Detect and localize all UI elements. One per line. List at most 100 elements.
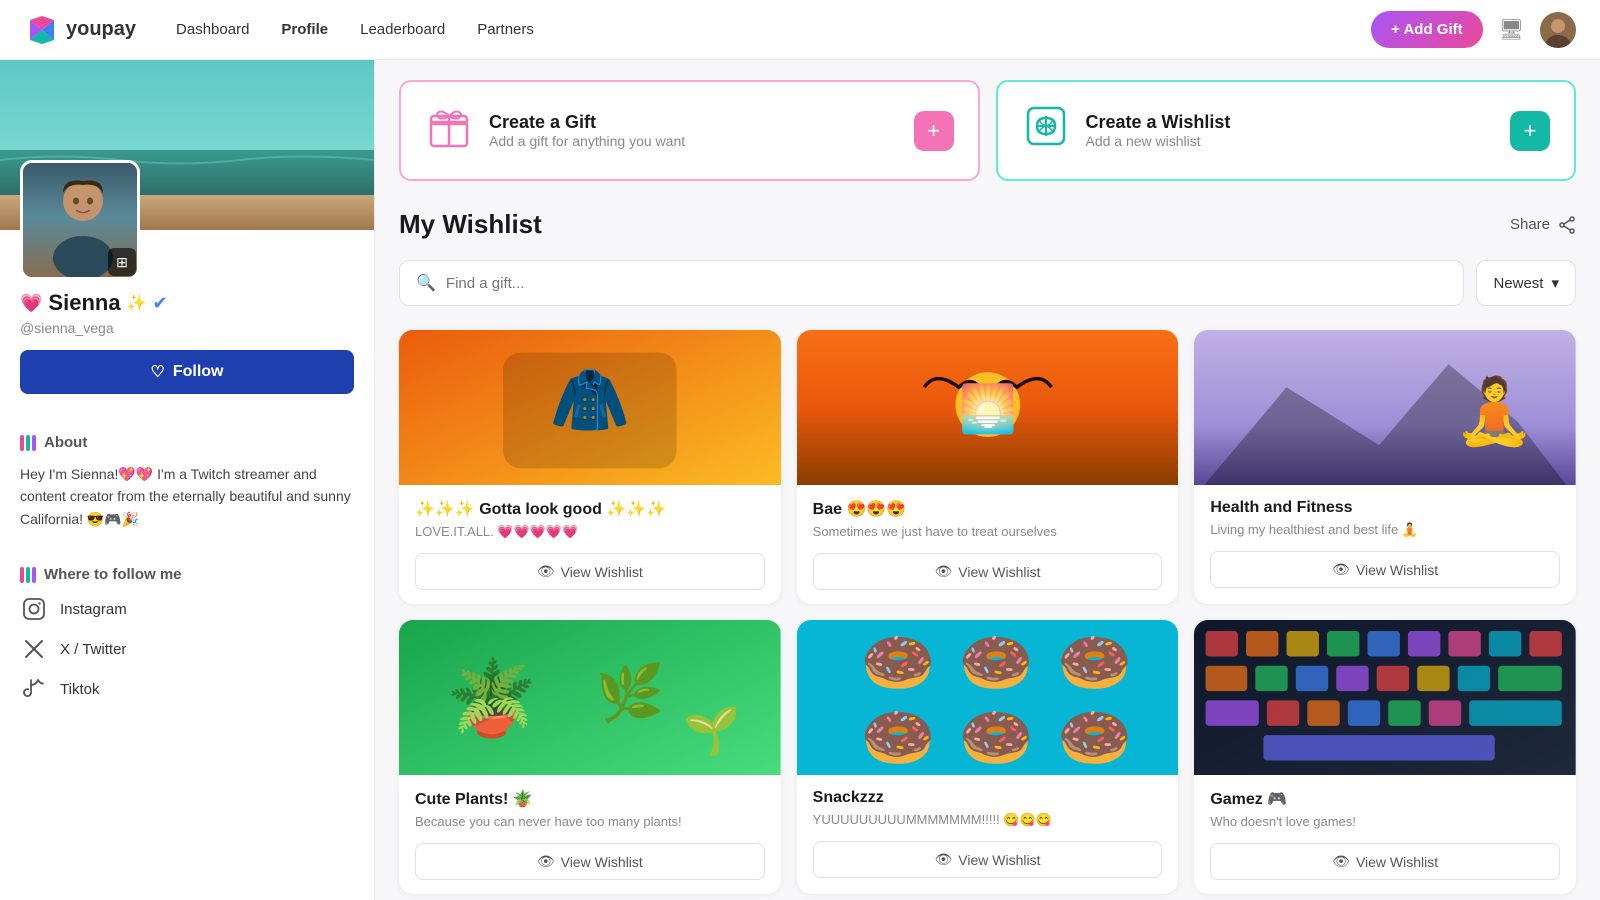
card-desc-3: Because you can never have too many plan… (415, 813, 765, 831)
share-icon (1558, 216, 1576, 234)
heart-emoji: 💗 (20, 293, 42, 314)
avatar-image (1540, 12, 1576, 48)
user-name: Sienna (48, 290, 120, 316)
card-image-1: 🌅 (797, 330, 1179, 485)
social-instagram[interactable]: Instagram (20, 595, 354, 623)
nav-profile[interactable]: Profile (281, 21, 328, 38)
create-gift-left: Create a Gift Add a gift for anything yo… (425, 102, 685, 159)
view-wishlist-btn-1[interactable]: 👁 View Wishlist (813, 553, 1163, 590)
wishlist-header: My Wishlist Share (399, 209, 1576, 240)
bar-social-purple (32, 567, 36, 583)
view-wishlist-btn-4[interactable]: 👁 View Wishlist (813, 841, 1163, 878)
nav-right: + Add Gift 🖥 (1371, 11, 1576, 48)
twitter-label: X / Twitter (60, 641, 126, 658)
wishlist-title: My Wishlist (399, 209, 542, 240)
eye-icon-0: 👁 (537, 563, 555, 580)
view-wishlist-btn-5[interactable]: 👁 View Wishlist (1210, 843, 1560, 880)
eye-icon-2: 👁 (1332, 561, 1350, 578)
create-gift-plus[interactable]: + (914, 111, 954, 151)
bar-social-pink (20, 567, 24, 583)
twitter-icon (20, 635, 48, 663)
create-gift-card[interactable]: Create a Gift Add a gift for anything yo… (399, 80, 980, 181)
action-cards: Create a Gift Add a gift for anything yo… (399, 80, 1576, 181)
card-desc-4: YUUUUUUUUUMMMMMMM!!!!! 😋😋😋 (813, 811, 1163, 829)
wishlist-grid: 🧥 ✨✨✨ Gotta look good ✨✨✨ LOVE.IT.ALL. 💗… (399, 330, 1576, 894)
svg-text:🍩: 🍩 (860, 629, 935, 696)
instagram-label: Instagram (60, 601, 127, 618)
main-content: Create a Gift Add a gift for anything yo… (375, 60, 1600, 900)
avatar-wrapper: ⊞ (20, 160, 140, 280)
svg-text:🍩: 🍩 (959, 704, 1034, 771)
svg-text:🌅: 🌅 (959, 382, 1017, 435)
card-body-2: Health and Fitness Living my healthiest … (1194, 485, 1576, 602)
svg-text:🧘: 🧘 (1455, 375, 1536, 449)
svg-text:🍩: 🍩 (1057, 629, 1132, 696)
follow-label: Follow (173, 363, 224, 381)
eye-icon-3: 👁 (537, 853, 555, 870)
list-item: 🍩 🍩 🍩 🍩 🍩 🍩 Snackzzz YUUUUUUUUUMMMMMMM!!… (797, 620, 1179, 894)
card-desc-0: LOVE.IT.ALL. 💗💗💗💗💗 (415, 523, 765, 541)
search-icon: 🔍 (416, 273, 436, 293)
main-layout: ⊞ 💗 Sienna ✨ ✔ @sienna_vega ♡ Follow (0, 0, 1600, 900)
sidebar-cover: ⊞ (0, 60, 374, 230)
sort-label: Newest (1493, 275, 1543, 292)
logo[interactable]: youpay (24, 12, 136, 48)
svg-text:🍩: 🍩 (860, 704, 935, 771)
view-wishlist-btn-2[interactable]: 👁 View Wishlist (1210, 551, 1560, 588)
instagram-icon (20, 595, 48, 623)
monitor-icon[interactable]: 🖥 (1499, 17, 1524, 42)
card-image-3: 🪴 🌿 🌱 (399, 620, 781, 775)
card-name-5: Gamez 🎮 (1210, 789, 1560, 809)
bar-purple (32, 435, 36, 451)
eye-icon-5: 👁 (1332, 853, 1350, 870)
card-image-0: 🧥 (399, 330, 781, 485)
card-desc-5: Who doesn't love games! (1210, 813, 1560, 831)
bar-teal (26, 435, 30, 451)
about-text: Hey I'm Sienna!💖💖 I'm a Twitch streamer … (20, 463, 354, 530)
sidebar: ⊞ 💗 Sienna ✨ ✔ @sienna_vega ♡ Follow (0, 60, 375, 900)
card-desc-2: Living my healthiest and best life 🧘 (1210, 521, 1560, 539)
nav-links: Dashboard Profile Leaderboard Partners (176, 21, 534, 38)
nav-dashboard[interactable]: Dashboard (176, 21, 249, 38)
svg-text:🌱: 🌱 (682, 705, 740, 758)
follow-button[interactable]: ♡ Follow (20, 350, 354, 394)
bar-pink (20, 435, 24, 451)
nav-partners[interactable]: Partners (477, 21, 534, 38)
create-wishlist-left: Create a Wishlist Add a new wishlist (1022, 102, 1231, 159)
user-name-row: 💗 Sienna ✨ ✔ (20, 290, 354, 316)
create-wishlist-card[interactable]: Create a Wishlist Add a new wishlist + (996, 80, 1577, 181)
share-button[interactable]: Share (1510, 216, 1576, 234)
create-wishlist-title: Create a Wishlist (1086, 112, 1231, 133)
social-tiktok[interactable]: Tiktok (20, 675, 354, 703)
sparkle-emoji: ✨ (127, 293, 147, 313)
search-input[interactable] (446, 275, 1448, 292)
svg-text:🪴: 🪴 (445, 654, 537, 741)
qr-badge[interactable]: ⊞ (108, 248, 136, 276)
section-bar (20, 435, 36, 451)
nav-leaderboard[interactable]: Leaderboard (360, 21, 445, 38)
sort-dropdown[interactable]: Newest ▾ (1476, 260, 1576, 306)
card-name-0: ✨✨✨ Gotta look good ✨✨✨ (415, 499, 765, 519)
create-gift-text: Create a Gift Add a gift for anything yo… (489, 112, 685, 149)
bar-social-teal (26, 567, 30, 583)
social-label: Where to follow me (44, 566, 182, 583)
social-twitter[interactable]: X / Twitter (20, 635, 354, 663)
view-wishlist-btn-3[interactable]: 👁 View Wishlist (415, 843, 765, 880)
list-item: 🌅 Bae 😍😍😍 Sometimes we just have to trea… (797, 330, 1179, 604)
card-body-5: Gamez 🎮 Who doesn't love games! 👁 View W… (1194, 775, 1576, 894)
wishlist-card-icon (1022, 102, 1070, 159)
card-image-2: 🧘 (1194, 330, 1576, 485)
share-label: Share (1510, 216, 1550, 233)
tiktok-icon (20, 675, 48, 703)
view-wishlist-btn-0[interactable]: 👁 View Wishlist (415, 553, 765, 590)
navbar: youpay Dashboard Profile Leaderboard Par… (0, 0, 1600, 60)
tiktok-label: Tiktok (60, 681, 99, 698)
create-wishlist-plus[interactable]: + (1510, 111, 1550, 151)
chevron-down-icon: ▾ (1551, 274, 1559, 292)
user-avatar-nav[interactable] (1540, 12, 1576, 48)
card-body-0: ✨✨✨ Gotta look good ✨✨✨ LOVE.IT.ALL. 💗💗💗… (399, 485, 781, 604)
add-gift-button[interactable]: + Add Gift (1371, 11, 1483, 48)
card-name-1: Bae 😍😍😍 (813, 499, 1163, 519)
search-box[interactable]: 🔍 (399, 260, 1464, 306)
about-label: About (44, 434, 87, 451)
